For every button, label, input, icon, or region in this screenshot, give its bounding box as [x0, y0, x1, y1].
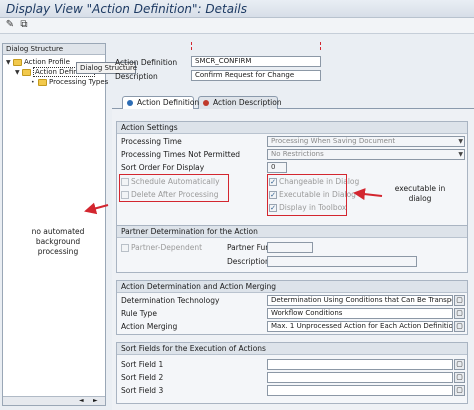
sort-field-1-input[interactable]	[267, 359, 453, 370]
toolbar: ✎ ⧉	[0, 18, 474, 34]
tree-horizontal-scrollbar[interactable]: ◄ ►	[3, 396, 105, 405]
action-merging-field[interactable]: Max. 1 Unprocessed Action for Each Actio…	[267, 321, 453, 332]
sort-field-2-label: Sort Field 2	[121, 373, 164, 382]
dropdown-arrow-icon[interactable]: ▼	[458, 137, 463, 146]
description-label: Description	[115, 72, 158, 81]
sort-order-label: Sort Order For Display	[121, 163, 205, 172]
determination-technology-label: Determination Technology	[121, 296, 220, 305]
dropdown-arrow-icon[interactable]: ▼	[458, 150, 463, 159]
group-title: Action Settings	[117, 122, 467, 134]
sort-field-3-input[interactable]	[267, 385, 453, 396]
bullet-icon: •	[31, 79, 35, 86]
description-field[interactable]: Confirm Request for Change	[191, 70, 321, 81]
processing-time-label: Processing Time	[121, 137, 182, 146]
expand-triangle-icon[interactable]: ▼	[15, 68, 22, 77]
dialog-structure-header: Dialog Structure	[3, 44, 105, 55]
copy-icon[interactable]: ⧉	[18, 19, 30, 31]
group-title: Partner Determination for the Action	[117, 226, 467, 238]
rule-type-label: Rule Type	[121, 309, 157, 318]
expand-triangle-icon[interactable]: ▼	[6, 58, 13, 67]
folder-icon	[22, 68, 31, 76]
value-help-icon[interactable]: ▢	[454, 295, 465, 306]
sort-order-field[interactable]: 0	[267, 162, 287, 173]
partner-func-field[interactable]	[267, 242, 313, 253]
scroll-left-icon[interactable]: ◄	[79, 397, 84, 404]
rule-type-field[interactable]: Workflow Conditions	[267, 308, 453, 319]
highlight-box-right	[267, 174, 347, 216]
tab-action-definition[interactable]: Action Definition	[122, 96, 199, 109]
action-definition-field[interactable]: SMCR_CONFIRM	[191, 56, 321, 67]
sort-fields-group: Sort Fields for the Execution of Actions…	[116, 342, 468, 404]
tab-status-icon	[203, 100, 209, 106]
action-merging-label: Action Merging	[121, 322, 178, 331]
value-help-icon[interactable]: ▢	[454, 372, 465, 383]
scroll-right-icon[interactable]: ►	[93, 397, 98, 404]
value-help-icon[interactable]: ▢	[454, 308, 465, 319]
action-settings-group: Action Settings Processing Time Processi…	[116, 121, 468, 232]
determination-technology-field[interactable]: Determination Using Conditions that Can …	[267, 295, 453, 306]
annotation-no-automated-processing: no automated background processing	[31, 227, 85, 256]
folder-icon	[38, 78, 47, 86]
sort-field-3-label: Sort Field 3	[121, 386, 164, 395]
processing-time-select[interactable]: Processing When Saving Document ▼	[267, 136, 465, 147]
value-help-icon[interactable]: ▢	[454, 321, 465, 332]
value-help-icon[interactable]: ▢	[454, 359, 465, 370]
checkbox-box[interactable]	[121, 244, 129, 252]
pencil-icon[interactable]: ✎	[4, 19, 16, 31]
value-help-icon[interactable]: ▢	[454, 385, 465, 396]
highlight-box-left	[119, 174, 229, 202]
tree-item-processing-types[interactable]: • Processing Types	[6, 77, 108, 87]
partner-description-label: Description	[227, 257, 270, 266]
partner-determination-group: Partner Determination for the Action Par…	[116, 225, 468, 273]
tab-content: Action Settings Processing Time Processi…	[112, 109, 474, 410]
group-title: Sort Fields for the Execution of Actions	[117, 343, 467, 355]
sort-field-1-label: Sort Field 1	[121, 360, 164, 369]
dialog-structure-panel: Dialog Structure ▼ Action Profile ▼ Action…	[2, 43, 108, 406]
partner-dependent-checkbox[interactable]: Partner-Dependent	[121, 242, 202, 253]
partner-description-field[interactable]	[267, 256, 417, 267]
title-bar: Display View "Action Definition": Detail…	[0, 0, 474, 18]
field-marker	[191, 42, 321, 50]
window-title: Display View "Action Definition": Detail…	[6, 2, 248, 16]
tab-action-description[interactable]: Action Description	[198, 96, 282, 109]
folder-icon	[13, 58, 22, 66]
action-determination-group: Action Determination and Action Merging …	[116, 280, 468, 335]
sort-field-2-input[interactable]	[267, 372, 453, 383]
processing-times-not-permitted-label: Processing Times Not Permitted	[121, 150, 241, 159]
action-definition-label: Action Definition	[115, 58, 178, 67]
group-title: Action Determination and Action Merging	[117, 281, 467, 293]
annotation-executable-in-dialog: executable in dialog	[394, 184, 446, 203]
tab-status-icon	[127, 100, 133, 106]
processing-times-not-permitted-select[interactable]: No Restrictions ▼	[267, 149, 465, 160]
